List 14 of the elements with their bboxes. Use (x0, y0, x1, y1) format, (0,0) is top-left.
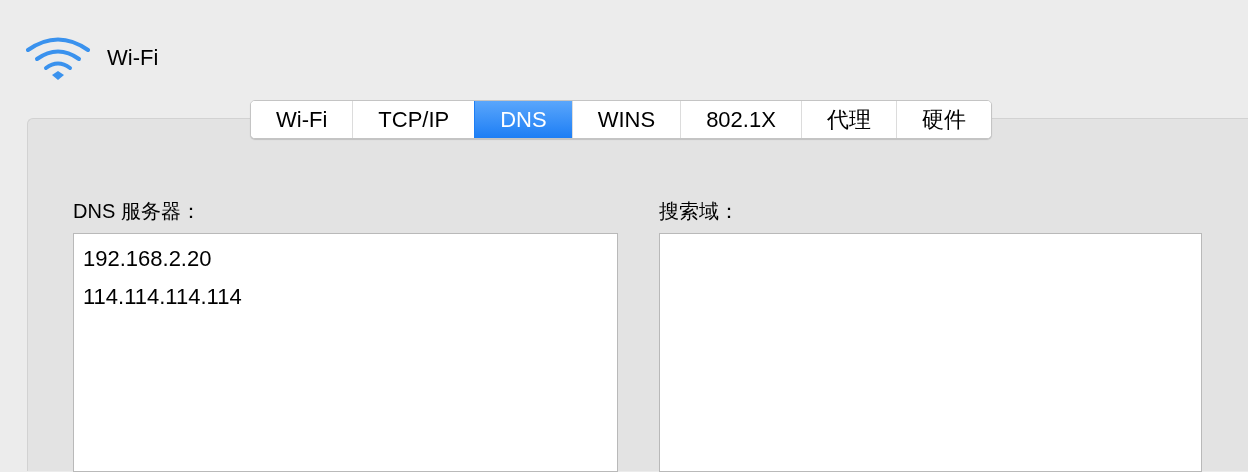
tab[interactable]: 802.1X (680, 101, 801, 138)
tab[interactable]: TCP/IP (352, 101, 475, 138)
wifi-icon (25, 34, 91, 81)
search-domain-list[interactable] (659, 233, 1202, 472)
field-label: DNS 服务器： (73, 199, 202, 223)
tab[interactable]: 代理 (800, 101, 896, 138)
list-item[interactable]: 192.168.2.20 (83, 240, 608, 278)
window-title: Wi-Fi (107, 44, 159, 71)
list-item[interactable]: 114.114.114.114 (83, 278, 608, 316)
tab[interactable]: WINS (571, 101, 681, 138)
tab[interactable]: 硬件 (895, 101, 991, 138)
field-label: 搜索域： (659, 199, 740, 223)
dns-server-list[interactable]: 192.168.2.20 114.114.114.114 (73, 233, 618, 472)
tab[interactable]: Wi-Fi (251, 101, 353, 138)
